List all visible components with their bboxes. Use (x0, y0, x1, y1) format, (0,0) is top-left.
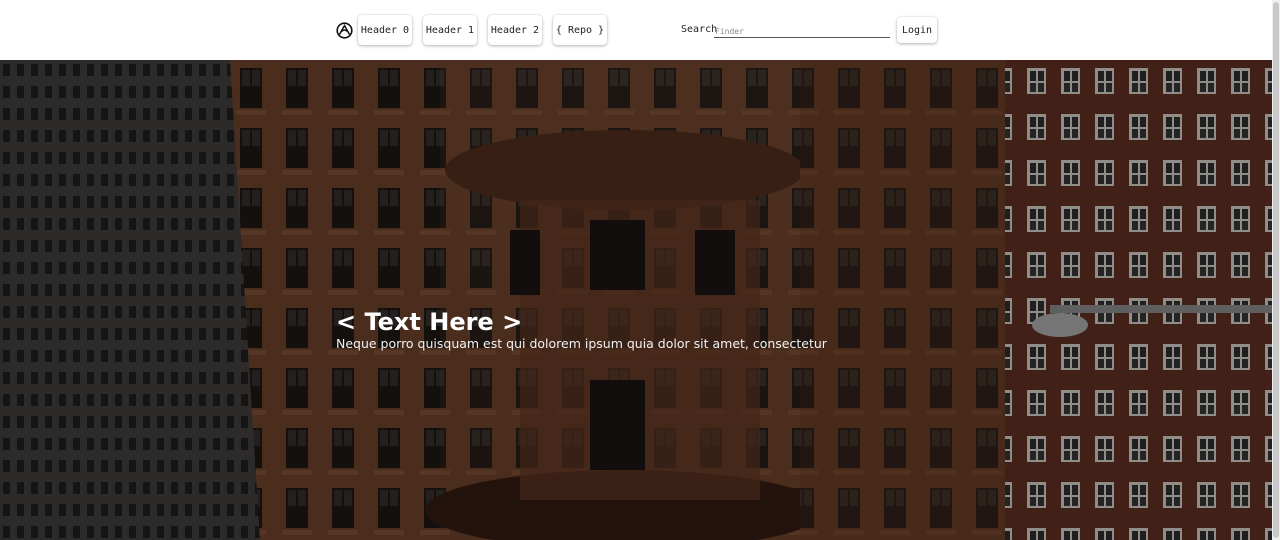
login-button[interactable]: Login (897, 17, 937, 43)
nav-button-repo[interactable]: { Repo } (553, 15, 607, 45)
search-input[interactable] (714, 22, 890, 38)
hero-overlay (0, 60, 1272, 540)
nav-button-header-0[interactable]: Header 0 (358, 15, 412, 45)
page-scrollbar[interactable] (1272, 0, 1280, 540)
search-label: Search (681, 24, 718, 35)
hero-title: < Text Here > (336, 308, 523, 336)
nav-button-header-1[interactable]: Header 1 (423, 15, 477, 45)
nav-button-header-2[interactable]: Header 2 (488, 15, 542, 45)
top-navbar: Header 0 Header 1 Header 2 { Repo } Sear… (0, 0, 1272, 60)
scrollbar-thumb[interactable] (1273, 2, 1279, 538)
hero-section: < Text Here > Neque porro quisquam est q… (0, 60, 1272, 540)
hero-subtitle: Neque porro quisquam est qui dolorem ips… (336, 336, 827, 351)
circle-logo-icon[interactable] (336, 22, 353, 39)
